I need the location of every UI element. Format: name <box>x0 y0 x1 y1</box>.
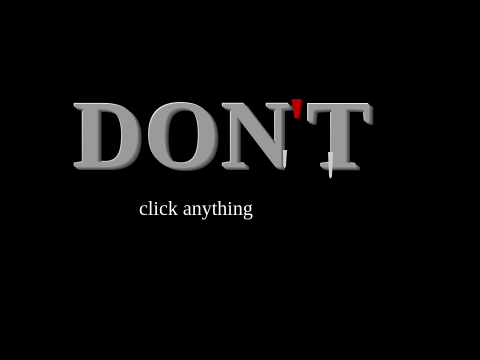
subtitle-text: click anything <box>139 198 253 220</box>
headline-dont: DON'T <box>72 86 372 182</box>
game-screen: DON'T click anything <box>0 0 480 360</box>
headline-letter-o: O <box>143 80 220 187</box>
headline-letter-t: T <box>305 80 372 187</box>
headline-letter-n: N <box>220 80 292 187</box>
headline-letter-d: D <box>72 80 144 187</box>
